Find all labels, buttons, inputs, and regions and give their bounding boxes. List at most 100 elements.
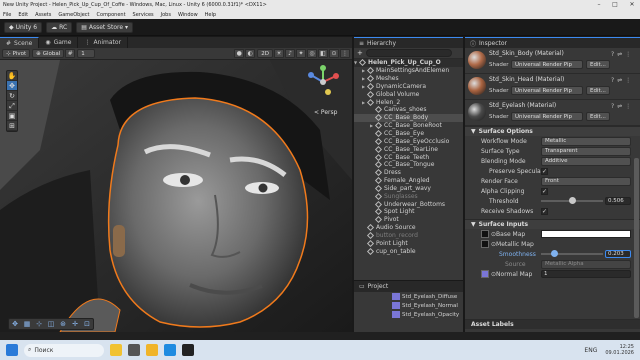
- language-indicator[interactable]: ENG: [584, 347, 597, 354]
- hierarchy-item[interactable]: Side_part_wavy: [354, 184, 463, 193]
- hierarchy-item[interactable]: CC_Base_Teeth: [354, 153, 463, 161]
- unity-hub-icon[interactable]: [182, 344, 194, 356]
- smoothness-field[interactable]: 0.203: [605, 250, 631, 258]
- hierarchy-item[interactable]: CC_Base_TearLine: [354, 145, 463, 153]
- hierarchy-item[interactable]: Dress: [354, 169, 463, 177]
- overlay-snap-icon[interactable]: ⊹: [33, 319, 45, 329]
- minimize-icon[interactable]: –: [592, 0, 606, 10]
- hierarchy-item[interactable]: ▶ CC_Base_BoneRoot: [354, 122, 463, 130]
- threshold-slider-handle[interactable]: [569, 197, 577, 204]
- project-asset-item[interactable]: Std_Eyelash_Diffuse: [354, 292, 463, 301]
- normal-map-slot[interactable]: [481, 270, 489, 278]
- hidden-objects-icon[interactable]: ◎: [307, 49, 317, 58]
- hierarchy-item[interactable]: CC_Base_EyeOcclusio: [354, 137, 463, 145]
- help-icon[interactable]: ?: [611, 51, 614, 58]
- perspective-label[interactable]: < Persp: [314, 109, 337, 116]
- lighting-icon[interactable]: ☀: [274, 49, 284, 58]
- move-tool-icon[interactable]: ✥: [7, 81, 17, 91]
- normal-map-scale-field[interactable]: 1: [541, 270, 631, 278]
- hand-tool-icon[interactable]: ✋: [7, 71, 17, 81]
- overlay-pivot-icon[interactable]: ⊛: [57, 319, 69, 329]
- base-map-slot[interactable]: [481, 230, 489, 238]
- gizmos-icon[interactable]: ⊙: [329, 49, 339, 58]
- project-tab[interactable]: ▭ Project: [354, 281, 463, 292]
- hierarchy-item[interactable]: Point Light: [354, 239, 463, 247]
- pivot-dropdown[interactable]: ⊹ Pivot: [2, 49, 31, 58]
- menu-edit[interactable]: Edit: [15, 12, 32, 18]
- render-face-dropdown[interactable]: Front: [541, 176, 631, 186]
- overlay-axis-icon[interactable]: ✛: [69, 319, 81, 329]
- global-dropdown[interactable]: ⊕ Global: [32, 49, 65, 58]
- shading-icon[interactable]: ◐: [245, 49, 256, 58]
- project-asset-item[interactable]: Std_Eyelash_Normal: [354, 301, 463, 310]
- scale-tool-icon[interactable]: ⤢: [7, 101, 17, 111]
- shader-dropdown[interactable]: Universal Render Pip: [511, 60, 583, 69]
- taskbar-clock[interactable]: 12:25 09.01.2026: [605, 344, 634, 356]
- surface-type-dropdown[interactable]: Transparent: [541, 146, 631, 156]
- hierarchy-item[interactable]: Spot Light: [354, 208, 463, 216]
- rotate-tool-icon[interactable]: ↻: [7, 91, 17, 101]
- inspector-scrollbar[interactable]: [634, 158, 639, 318]
- hierarchy-item[interactable]: Global Volume: [354, 90, 463, 98]
- hierarchy-item[interactable]: cup_on_table: [354, 247, 463, 255]
- smoothness-slider-track[interactable]: [541, 250, 603, 257]
- overlay-grid-icon[interactable]: ▦: [21, 319, 33, 329]
- hierarchy-item[interactable]: ▶ Meshes: [354, 75, 463, 83]
- taskbar-search-box[interactable]: ⌕ Поиск: [24, 343, 104, 357]
- hierarchy-search-input[interactable]: [366, 49, 452, 57]
- receive-shadows-checkbox[interactable]: ✓: [541, 207, 548, 215]
- hierarchy-item[interactable]: Underwear_Bottoms: [354, 200, 463, 208]
- hierarchy-root[interactable]: ▼ Helen_Pick_Up_Cup_O: [354, 59, 463, 67]
- overlay-move-icon[interactable]: ✥: [9, 319, 21, 329]
- grid-icon[interactable]: #: [65, 49, 76, 58]
- menu-gameobject[interactable]: GameObject: [55, 12, 93, 18]
- more-options-icon[interactable]: ⋮: [340, 49, 350, 58]
- menu-jobs[interactable]: Jobs: [158, 12, 175, 18]
- smoothness-slider-handle[interactable]: [550, 250, 558, 257]
- 2d-toggle[interactable]: 2D: [257, 49, 273, 58]
- maximize-icon[interactable]: □: [608, 0, 622, 10]
- help-icon[interactable]: ?: [611, 103, 614, 110]
- edge-browser-icon[interactable]: [164, 344, 176, 356]
- shader-edit-button[interactable]: Edit...: [586, 112, 610, 121]
- overlay-bounds-icon[interactable]: ⊡: [81, 319, 93, 329]
- overlay-surface-icon[interactable]: ◫: [45, 319, 57, 329]
- hierarchy-item[interactable]: ▶ MainSettingsAndElemen: [354, 67, 463, 75]
- asset-store-button[interactable]: ▤ Asset Store ▾: [76, 21, 134, 33]
- hierarchy-item[interactable]: button_record: [354, 231, 463, 240]
- hierarchy-item[interactable]: Audio Source: [354, 224, 463, 232]
- source-dropdown[interactable]: Metallic Alpha: [541, 259, 631, 269]
- shader-dropdown[interactable]: Universal Render Pip: [511, 86, 583, 95]
- file-explorer-icon[interactable]: [146, 344, 158, 356]
- metallic-map-slot[interactable]: [481, 240, 489, 248]
- tab-game[interactable]: ◉ Game: [39, 37, 79, 48]
- surface-inputs-header[interactable]: ▼ Surface Inputs: [465, 219, 640, 229]
- threshold-field[interactable]: 0.506: [605, 197, 631, 205]
- hierarchy-item[interactable]: CC_Base_Tongue: [354, 161, 463, 169]
- tab-animator[interactable]: ⋮ Animator: [78, 37, 129, 48]
- blending-mode-dropdown[interactable]: Additive: [541, 156, 631, 166]
- inspector-tab[interactable]: ⓘ Inspector: [465, 37, 640, 48]
- preset-icon[interactable]: ⇌: [617, 77, 622, 84]
- menu-help[interactable]: Help: [202, 12, 220, 18]
- tab-scene[interactable]: # Scene: [0, 37, 40, 48]
- preset-icon[interactable]: ⇌: [617, 103, 622, 110]
- menu-assets[interactable]: Assets: [32, 12, 55, 18]
- rc-button[interactable]: ☁ RC: [46, 21, 73, 33]
- shader-edit-button[interactable]: Edit...: [586, 86, 610, 95]
- shader-edit-button[interactable]: Edit...: [586, 60, 610, 69]
- asset-labels-header[interactable]: Asset Labels: [465, 319, 640, 329]
- scene-viewport[interactable]: [0, 60, 352, 332]
- hierarchy-item[interactable]: Canvas_shoes: [354, 106, 463, 114]
- menu-component[interactable]: Component: [94, 12, 130, 18]
- transform-tool-icon[interactable]: ⊞: [7, 121, 17, 131]
- windows-start-icon[interactable]: [6, 344, 18, 356]
- more-options-icon[interactable]: ⋮: [625, 77, 631, 84]
- menu-file[interactable]: File: [0, 12, 15, 18]
- weather-icon[interactable]: [110, 344, 122, 356]
- menu-window[interactable]: Window: [175, 12, 202, 18]
- base-map-color-swatch[interactable]: [541, 230, 631, 238]
- snap-value-field[interactable]: 1: [77, 49, 96, 58]
- hierarchy-tab[interactable]: ≡ Hierarchy: [354, 37, 463, 48]
- hierarchy-item[interactable]: Sunglasses: [354, 192, 463, 200]
